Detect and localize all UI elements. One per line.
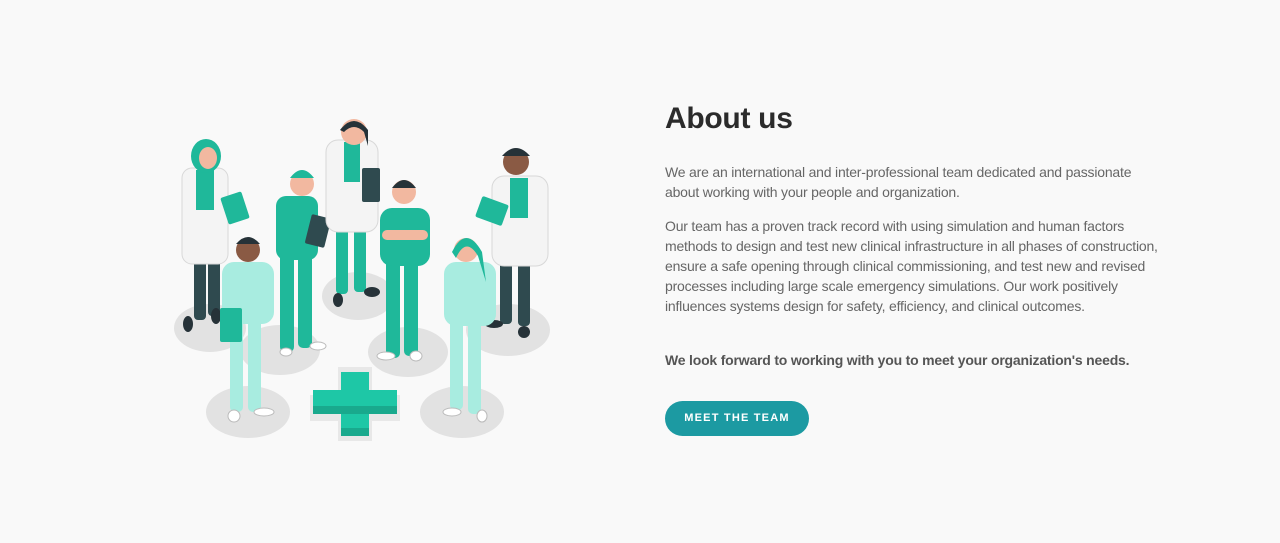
meet-the-team-button[interactable]: MEET THE TEAM (665, 401, 809, 436)
medical-cross-icon (310, 367, 400, 441)
page-title: About us (665, 102, 793, 135)
medical-team-illustration (174, 119, 550, 441)
track-record-paragraph: Our team has a proven track record with … (665, 218, 1158, 314)
intro-paragraph: We are an international and inter-profes… (665, 164, 1132, 200)
about-section: About us We are an international and int… (0, 0, 1280, 543)
nurse-cap-figure (276, 170, 331, 357)
about-content: About us We are an international and int… (665, 100, 1165, 436)
closing-statement: We look forward to working with you to m… (665, 352, 1130, 368)
